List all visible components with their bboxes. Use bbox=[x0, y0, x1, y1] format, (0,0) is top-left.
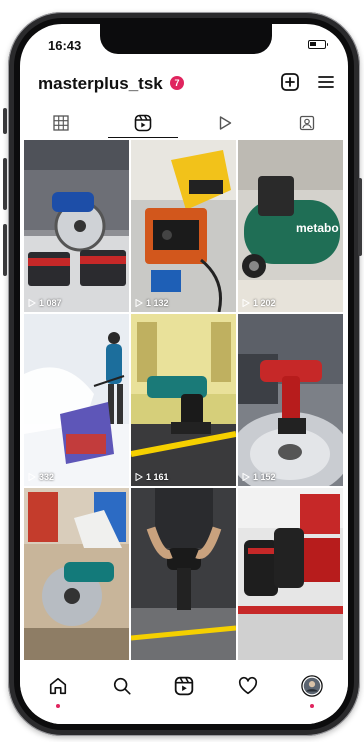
reel-tile-9[interactable] bbox=[238, 488, 343, 660]
reel-views: 332 bbox=[28, 472, 54, 482]
reel-thumbnail bbox=[24, 488, 129, 660]
grid-icon bbox=[53, 115, 69, 131]
nav-search[interactable] bbox=[110, 674, 134, 698]
avatar-icon bbox=[301, 675, 323, 697]
compressor-brand-label: metabo bbox=[296, 221, 339, 235]
tab-tagged[interactable] bbox=[266, 108, 348, 138]
reel-views: 1 087 bbox=[28, 298, 62, 308]
bottom-nav bbox=[20, 664, 348, 724]
reel-thumbnail bbox=[24, 314, 129, 486]
tab-grid[interactable] bbox=[20, 108, 102, 138]
reel-thumbnail bbox=[238, 488, 343, 660]
reel-thumbnail bbox=[131, 488, 236, 660]
reels-grid: 1 087 1 132 metabo 1 202 332 1 161 1 152 bbox=[24, 140, 344, 664]
reel-thumbnail bbox=[238, 314, 343, 486]
power-button bbox=[358, 178, 362, 256]
profile-tabs bbox=[20, 108, 348, 138]
reel-views: 1 152 bbox=[242, 472, 276, 482]
reel-thumbnail bbox=[131, 140, 236, 312]
status-time: 16:43 bbox=[48, 38, 82, 53]
search-icon bbox=[113, 677, 131, 695]
nav-profile-dot bbox=[310, 704, 314, 708]
reels-icon bbox=[134, 114, 152, 132]
mute-switch bbox=[3, 108, 7, 134]
menu-icon[interactable] bbox=[316, 72, 336, 92]
play-icon bbox=[28, 299, 36, 307]
reel-view-count: 1 161 bbox=[146, 472, 169, 482]
play-icon bbox=[28, 473, 36, 481]
reel-tile-4[interactable]: 332 bbox=[24, 314, 129, 486]
volume-up-button bbox=[3, 158, 7, 210]
reel-tile-5[interactable]: 1 161 bbox=[131, 314, 236, 486]
nav-activity[interactable] bbox=[236, 674, 260, 698]
battery-icon bbox=[308, 40, 328, 49]
reels-icon bbox=[174, 676, 194, 696]
play-icon bbox=[219, 116, 232, 130]
tab-videos[interactable] bbox=[184, 108, 266, 138]
reel-view-count: 1 152 bbox=[253, 472, 276, 482]
volume-down-button bbox=[3, 224, 7, 276]
reel-tile-8[interactable] bbox=[131, 488, 236, 660]
play-icon bbox=[242, 299, 250, 307]
reel-tile-6[interactable]: 1 152 bbox=[238, 314, 343, 486]
add-post-icon[interactable] bbox=[280, 72, 300, 92]
nav-home[interactable] bbox=[46, 674, 70, 698]
nav-reels[interactable] bbox=[172, 674, 196, 698]
play-icon bbox=[242, 473, 250, 481]
nav-profile[interactable] bbox=[300, 674, 324, 698]
reel-tile-1[interactable]: 1 087 bbox=[24, 140, 129, 312]
screen: 16:43 masterplus_tsk 7 1 087 1 132 metab… bbox=[20, 24, 348, 724]
play-icon bbox=[135, 473, 143, 481]
play-icon bbox=[135, 299, 143, 307]
home-icon bbox=[49, 677, 67, 695]
heart-icon bbox=[238, 676, 258, 695]
notification-badge[interactable]: 7 bbox=[170, 76, 184, 90]
reel-view-count: 1 202 bbox=[253, 298, 276, 308]
reel-view-count: 1 132 bbox=[146, 298, 169, 308]
profile-username[interactable]: masterplus_tsk bbox=[38, 74, 163, 94]
reel-view-count: 332 bbox=[39, 472, 55, 482]
reel-view-count: 1 087 bbox=[39, 298, 62, 308]
notch bbox=[100, 24, 272, 54]
reel-views: 1 161 bbox=[135, 472, 169, 482]
reel-tile-2[interactable]: 1 132 bbox=[131, 140, 236, 312]
reel-tile-7[interactable] bbox=[24, 488, 129, 660]
reel-tile-3[interactable]: metabo 1 202 bbox=[238, 140, 343, 312]
tagged-icon bbox=[299, 115, 315, 131]
nav-home-dot bbox=[56, 704, 60, 708]
reel-thumbnail bbox=[24, 140, 129, 312]
reel-thumbnail bbox=[131, 314, 236, 486]
tab-reels[interactable] bbox=[102, 108, 184, 138]
reel-views: 1 132 bbox=[135, 298, 169, 308]
reel-views: 1 202 bbox=[242, 298, 276, 308]
reel-thumbnail: metabo bbox=[238, 140, 343, 312]
